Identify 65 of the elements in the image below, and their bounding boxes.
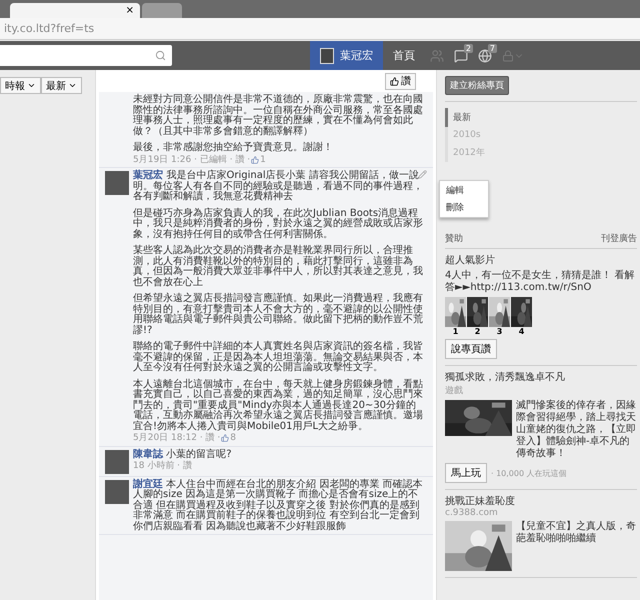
edit-icon[interactable] xyxy=(418,170,427,179)
comment-text: 未經對方同意公開信件是非常不道德的，原廠非常震驚，也在向國際性的法律事務所諮詢中。一位自稱在外商公司服務，常至各國處理事務人士，照理處事有一定程度的歷練，實在不懂為何會如此做？（且其中非常多會錯意的翻譯解釋） xyxy=(133,95,423,137)
create-page-button[interactable]: 建立粉絲專頁 xyxy=(445,76,509,95)
messages-icon[interactable] xyxy=(454,48,468,62)
ad-text: 【兒童不宜】之真人版，奇葩羞恥啪啪啪繼續 xyxy=(516,521,637,546)
avatar-icon xyxy=(105,450,129,474)
ad-title[interactable]: 挑戰正妹羞恥度 xyxy=(445,494,637,508)
thumb-number: 4 xyxy=(518,327,524,336)
thumb-number: 3 xyxy=(496,327,502,336)
like-count: 1 xyxy=(260,154,266,165)
friends-icon[interactable] xyxy=(430,48,444,62)
caret-icon xyxy=(27,81,36,90)
globe-icon[interactable] xyxy=(478,48,492,62)
profile-link[interactable]: 葉冠宏 xyxy=(310,41,383,70)
comment-text: 葉冠宏 我是台中店家Original店長小葉 請容我公開留話，做一說明。每位客人有各自不同的經驗或是聽過，看過不同的事件過程，各有判斷和解讀，我無意花費精神去 xyxy=(133,171,423,202)
comment-text: 最後，非常感謝您抽空給予寶貴意見。謝謝！ xyxy=(133,143,334,154)
ad-source: c.9388.com xyxy=(445,508,499,518)
close-icon[interactable]: × xyxy=(126,5,134,16)
create-ad-link[interactable]: 刊登廣告 xyxy=(601,232,637,245)
timeline-item[interactable]: 最新 xyxy=(445,108,637,127)
comment-text: 陳韋誌 小葉的留言呢? xyxy=(133,450,232,460)
ad-note: · 10,000 人在玩這個 xyxy=(491,468,567,478)
menu-item[interactable]: 編輯 xyxy=(446,184,482,197)
thumb-number: 2 xyxy=(474,327,480,336)
ad-button[interactable]: 馬上玩 xyxy=(445,463,487,483)
search-field[interactable] xyxy=(0,45,172,66)
ad-title[interactable]: 獨孤求敗，清秀飄逸卓不凡 xyxy=(445,370,637,384)
like-button[interactable]: 讚 xyxy=(385,72,416,90)
browser-tab[interactable] xyxy=(142,3,182,18)
like-icon xyxy=(221,434,230,442)
comment-text: 本人遠離台北這個城市，在台中，每天就上健身房鍛鍊身體，看點書充實自己，以自己喜愛的東西為業，過的知足簡單，沒心思鬥來鬥去的，貴司"重要成員"Mindy亦與本人通過長達20~30分鐘的電話，互動亦屬融洽再次希望永遠之翼店長措詞發言應謹慎。邀場宜合!勿將本人捲入貴司與Mobile01用戶L大之紛爭。 xyxy=(133,380,423,432)
author-link[interactable]: 謝宜廷 xyxy=(133,478,163,490)
comment-text: 聯絡的電子郵件中詳細的本人真實姓名與店家資訊的簽名檔，我皆毫不避諱的保留，正是因為本人坦坦蕩蕩。無論交易結果與否，本人至今沒有任何對於永遠之翼的公開言論或攻擊性文字。 xyxy=(133,342,423,374)
ad-source: 遊戲 xyxy=(445,384,464,397)
avatar-icon xyxy=(105,480,129,504)
count-badge: 7 xyxy=(488,44,497,53)
home-link[interactable]: 首頁 xyxy=(383,41,425,70)
menu-item[interactable]: 刪除 xyxy=(446,201,482,214)
filter-dropdown[interactable]: 最新 xyxy=(41,77,82,94)
comment-text: 但是碰巧亦身為店家負責人的我，在此次Jublian Boots消息過程中，我只是純粹消費者的身份，對於永遠之翼的經營成敗或店家形象，沒有抱持任何目的或帶含任何利害關係。 xyxy=(133,208,423,240)
ad-text: 4人中，有一位不是女生，猜猜是誰！ 看解答►►http://113.com.tw/r/SnO xyxy=(445,270,636,294)
ad-text: 滅門慘案後的倖存者，因緣際會習得絕學，踏上尋找天山童姥的復仇之路，【立即登入】體驗劍神-卓不凡的傳奇故事！ xyxy=(516,400,637,460)
comment-meta: 18 小時前 · 讚 xyxy=(133,461,192,472)
avatar-icon xyxy=(320,48,334,64)
ad-title[interactable]: 超人氣影片 xyxy=(445,253,637,267)
author-link[interactable]: 葉冠宏 xyxy=(133,170,166,181)
thumb-number: 1 xyxy=(452,327,458,336)
caret-icon xyxy=(68,81,77,90)
thumbs-up-icon xyxy=(390,76,399,86)
author-link[interactable]: 陳韋誌 xyxy=(133,448,163,460)
browser-tab[interactable]: × xyxy=(10,3,140,18)
like-count: 8 xyxy=(230,433,236,444)
filter-dropdown[interactable]: 時報 xyxy=(0,77,41,94)
avatar-icon xyxy=(105,171,129,195)
ad-button[interactable]: 說專頁讚 xyxy=(445,339,497,359)
comment-text: 某些客人認為此次交易的消費者亦是鞋靴業界同行所以，合理推測，此人有消費鞋靴以外的特別目的，藉此打擊同行，這雖非為真，但因為一般消費大眾並非事件中人，所以對其表達之意見，我也不會放在心上 xyxy=(133,246,423,288)
comment-meta: 5月19日 1:26 · 已編輯 · 讚 · xyxy=(133,154,250,165)
like-icon xyxy=(251,156,260,164)
comment-text: 但希望永遠之翼店長措詞發言應謹慎。如果此一消費過程，我應有特別目的，有意打擊貴司本人不會大方的，毫不避諱的以公開性使用聯絡電話與電子郵件與貴公司聯絡。做此留下把柄的動作豈不荒謬!? xyxy=(133,294,423,336)
sponsored-label: 贊助 xyxy=(445,232,463,245)
comment-meta: 5月20日 18:12 · 讚 · xyxy=(133,433,220,444)
search-icon xyxy=(155,50,166,61)
lock-icon[interactable] xyxy=(502,50,514,62)
comment-text: 謝宜廷 本人住台中而經在台北的朋友介紹 因老闆的專業 而確認本人腳的size 因為這是第一次購買靴子 而擔心是否會有size上的不合適 但在購買過程及收到鞋子以及實穿之後 對於你們真的是感到非常滿意 而在購買前鞋子的保養也說明到位 有空到台北一定會到你們店親臨看看 因為聽說也藏著不少好鞋跟服飾 xyxy=(133,480,423,532)
count-badge: 2 xyxy=(464,44,473,53)
